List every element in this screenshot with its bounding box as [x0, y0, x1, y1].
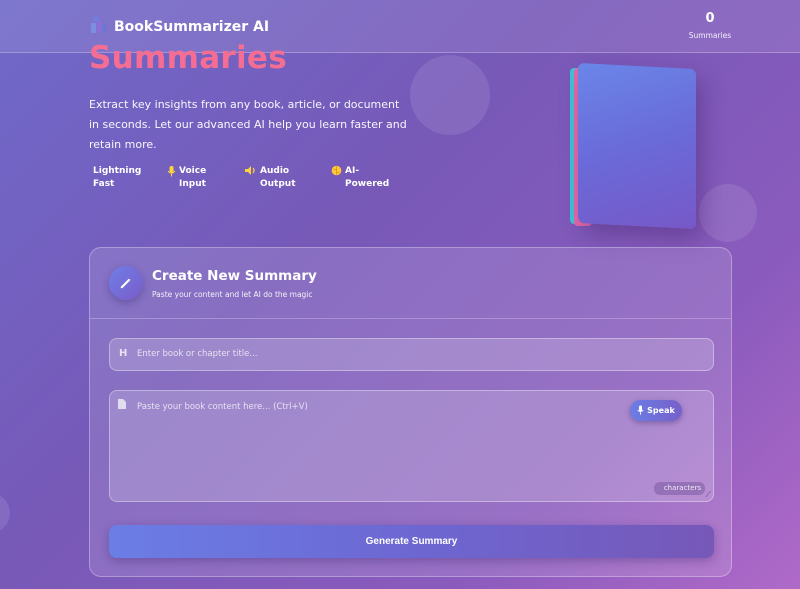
books-icon	[88, 15, 108, 39]
feature-label: Voice Input	[179, 166, 207, 189]
speak-label: Speak	[647, 406, 675, 415]
app-name: BookSummarizer AI	[114, 19, 270, 35]
brand[interactable]: BookSummarizer AI	[88, 15, 269, 39]
card-header: Create New Summary Paste your content an…	[90, 248, 731, 319]
feature-label: Lightning Fast	[93, 166, 142, 189]
feature-audio: Audio Output	[244, 165, 296, 191]
file-icon	[118, 399, 126, 412]
background-bubble	[0, 493, 10, 533]
title-input-placeholder: Enter book or chapter title...	[137, 349, 258, 359]
microphone-icon	[637, 405, 644, 417]
background-bubble	[699, 184, 757, 242]
speak-button[interactable]: Speak	[630, 400, 682, 421]
pen-icon	[109, 266, 143, 300]
speaker-icon	[244, 165, 257, 180]
feature-label: Audio Output	[260, 166, 296, 189]
feature-voice: Voice Input	[167, 165, 206, 191]
brain-icon	[331, 165, 342, 180]
title-input[interactable]: H Enter book or chapter title...	[109, 338, 714, 371]
hero-description: Extract key insights from any book, arti…	[89, 98, 407, 151]
summaries-count-label: Summaries	[688, 31, 732, 40]
feature-ai: AI- Powered	[331, 165, 389, 191]
hero-title: Summaries	[89, 40, 288, 76]
summaries-counter: 0 Summaries	[685, 11, 735, 40]
summaries-count: 0	[705, 11, 715, 26]
content-textarea[interactable]: Paste your book content here... (Ctrl+V)…	[109, 390, 714, 502]
card-subtitle: Paste your content and let AI do the mag…	[152, 290, 313, 299]
generate-summary-button[interactable]: Generate Summary	[109, 525, 714, 558]
feature-lightning: Lightning Fast	[93, 165, 141, 191]
create-summary-card: Create New Summary Paste your content an…	[89, 247, 732, 577]
background-bubble	[410, 55, 490, 135]
resize-handle-icon[interactable]: ⟋	[705, 490, 711, 500]
book-illustration	[568, 62, 698, 234]
feature-label: AI- Powered	[345, 166, 390, 189]
microphone-icon	[167, 165, 176, 181]
card-title: Create New Summary	[152, 268, 317, 284]
heading-icon: H	[119, 348, 128, 359]
content-placeholder: Paste your book content here... (Ctrl+V)	[137, 402, 308, 412]
character-count: characters	[653, 482, 705, 495]
